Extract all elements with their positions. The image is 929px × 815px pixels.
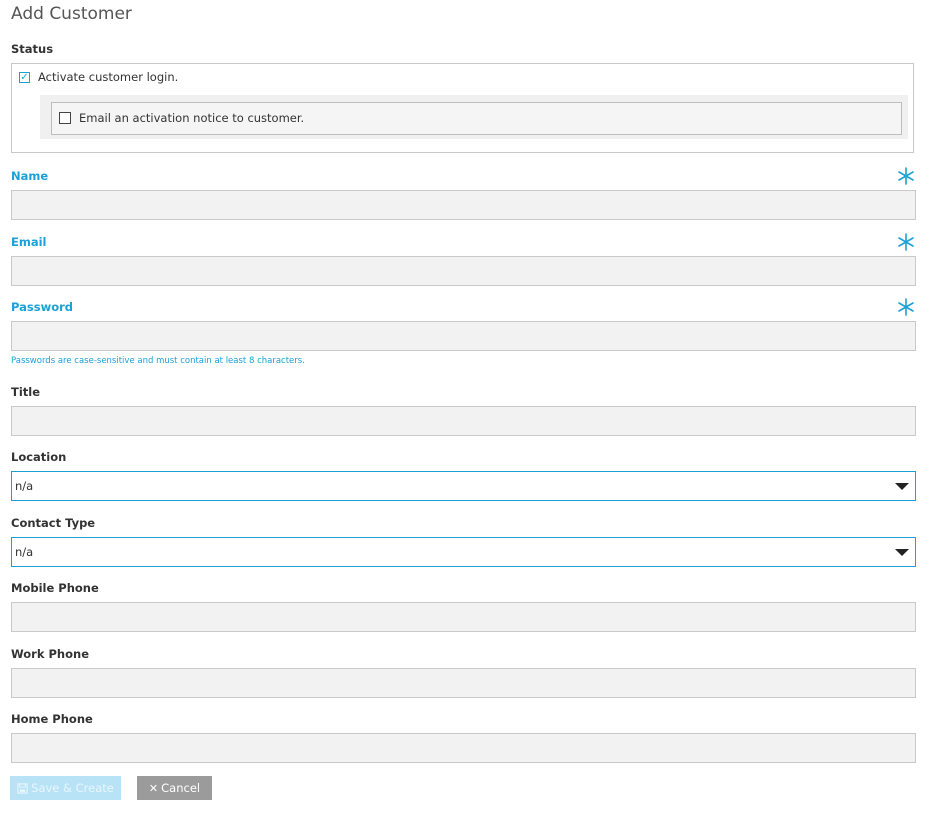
name-field[interactable]: [11, 190, 916, 220]
mobile-phone-field[interactable]: [11, 602, 916, 632]
home-phone-label: Home Phone: [11, 712, 93, 726]
save-create-button[interactable]: Save & Create: [10, 776, 121, 800]
mobile-phone-input[interactable]: [12, 603, 915, 631]
email-label: Email: [11, 235, 47, 249]
title-field[interactable]: [11, 406, 916, 436]
mobile-phone-label: Mobile Phone: [11, 581, 99, 595]
location-label: Location: [11, 450, 67, 464]
location-select[interactable]: n/a: [11, 471, 916, 501]
save-create-label: Save & Create: [31, 781, 114, 795]
caret-down-icon[interactable]: [895, 549, 909, 556]
email-field[interactable]: [11, 256, 916, 286]
status-label: Status: [11, 42, 54, 56]
password-field[interactable]: [11, 321, 916, 351]
password-hint: Passwords are case-sensitive and must co…: [11, 356, 305, 366]
home-phone-field[interactable]: [11, 733, 916, 763]
activate-login-label[interactable]: Activate customer login.: [38, 70, 178, 84]
title-label: Title: [11, 385, 41, 399]
email-notice-row[interactable]: Email an activation notice to customer.: [59, 111, 304, 125]
page-title: Add Customer: [11, 4, 132, 24]
required-asterisk-icon: [898, 233, 914, 251]
work-phone-field[interactable]: [11, 668, 916, 698]
email-input[interactable]: [12, 257, 915, 285]
title-input[interactable]: [12, 407, 915, 435]
required-asterisk-icon: [898, 298, 914, 316]
activate-login-row[interactable]: ✓ Activate customer login.: [19, 70, 178, 84]
cancel-label: Cancel: [161, 781, 201, 795]
contact-type-label: Contact Type: [11, 516, 96, 530]
name-label: Name: [11, 169, 49, 183]
name-input[interactable]: [12, 191, 915, 219]
contact-type-selected-value: n/a: [15, 545, 34, 559]
caret-down-icon[interactable]: [895, 483, 909, 490]
password-input[interactable]: [12, 322, 915, 350]
home-phone-input[interactable]: [12, 734, 915, 762]
save-icon: [17, 782, 28, 794]
location-selected-value: n/a: [15, 479, 34, 493]
work-phone-label: Work Phone: [11, 647, 90, 661]
contact-type-select[interactable]: n/a: [11, 537, 916, 567]
close-icon: ✕: [148, 781, 159, 795]
password-label: Password: [11, 300, 73, 314]
cancel-button[interactable]: ✕ Cancel: [137, 776, 212, 800]
work-phone-input[interactable]: [12, 669, 915, 697]
activate-login-checkbox[interactable]: ✓: [19, 71, 30, 83]
email-notice-label[interactable]: Email an activation notice to customer.: [79, 111, 304, 125]
required-asterisk-icon: [898, 167, 914, 185]
email-notice-checkbox[interactable]: [59, 112, 71, 124]
